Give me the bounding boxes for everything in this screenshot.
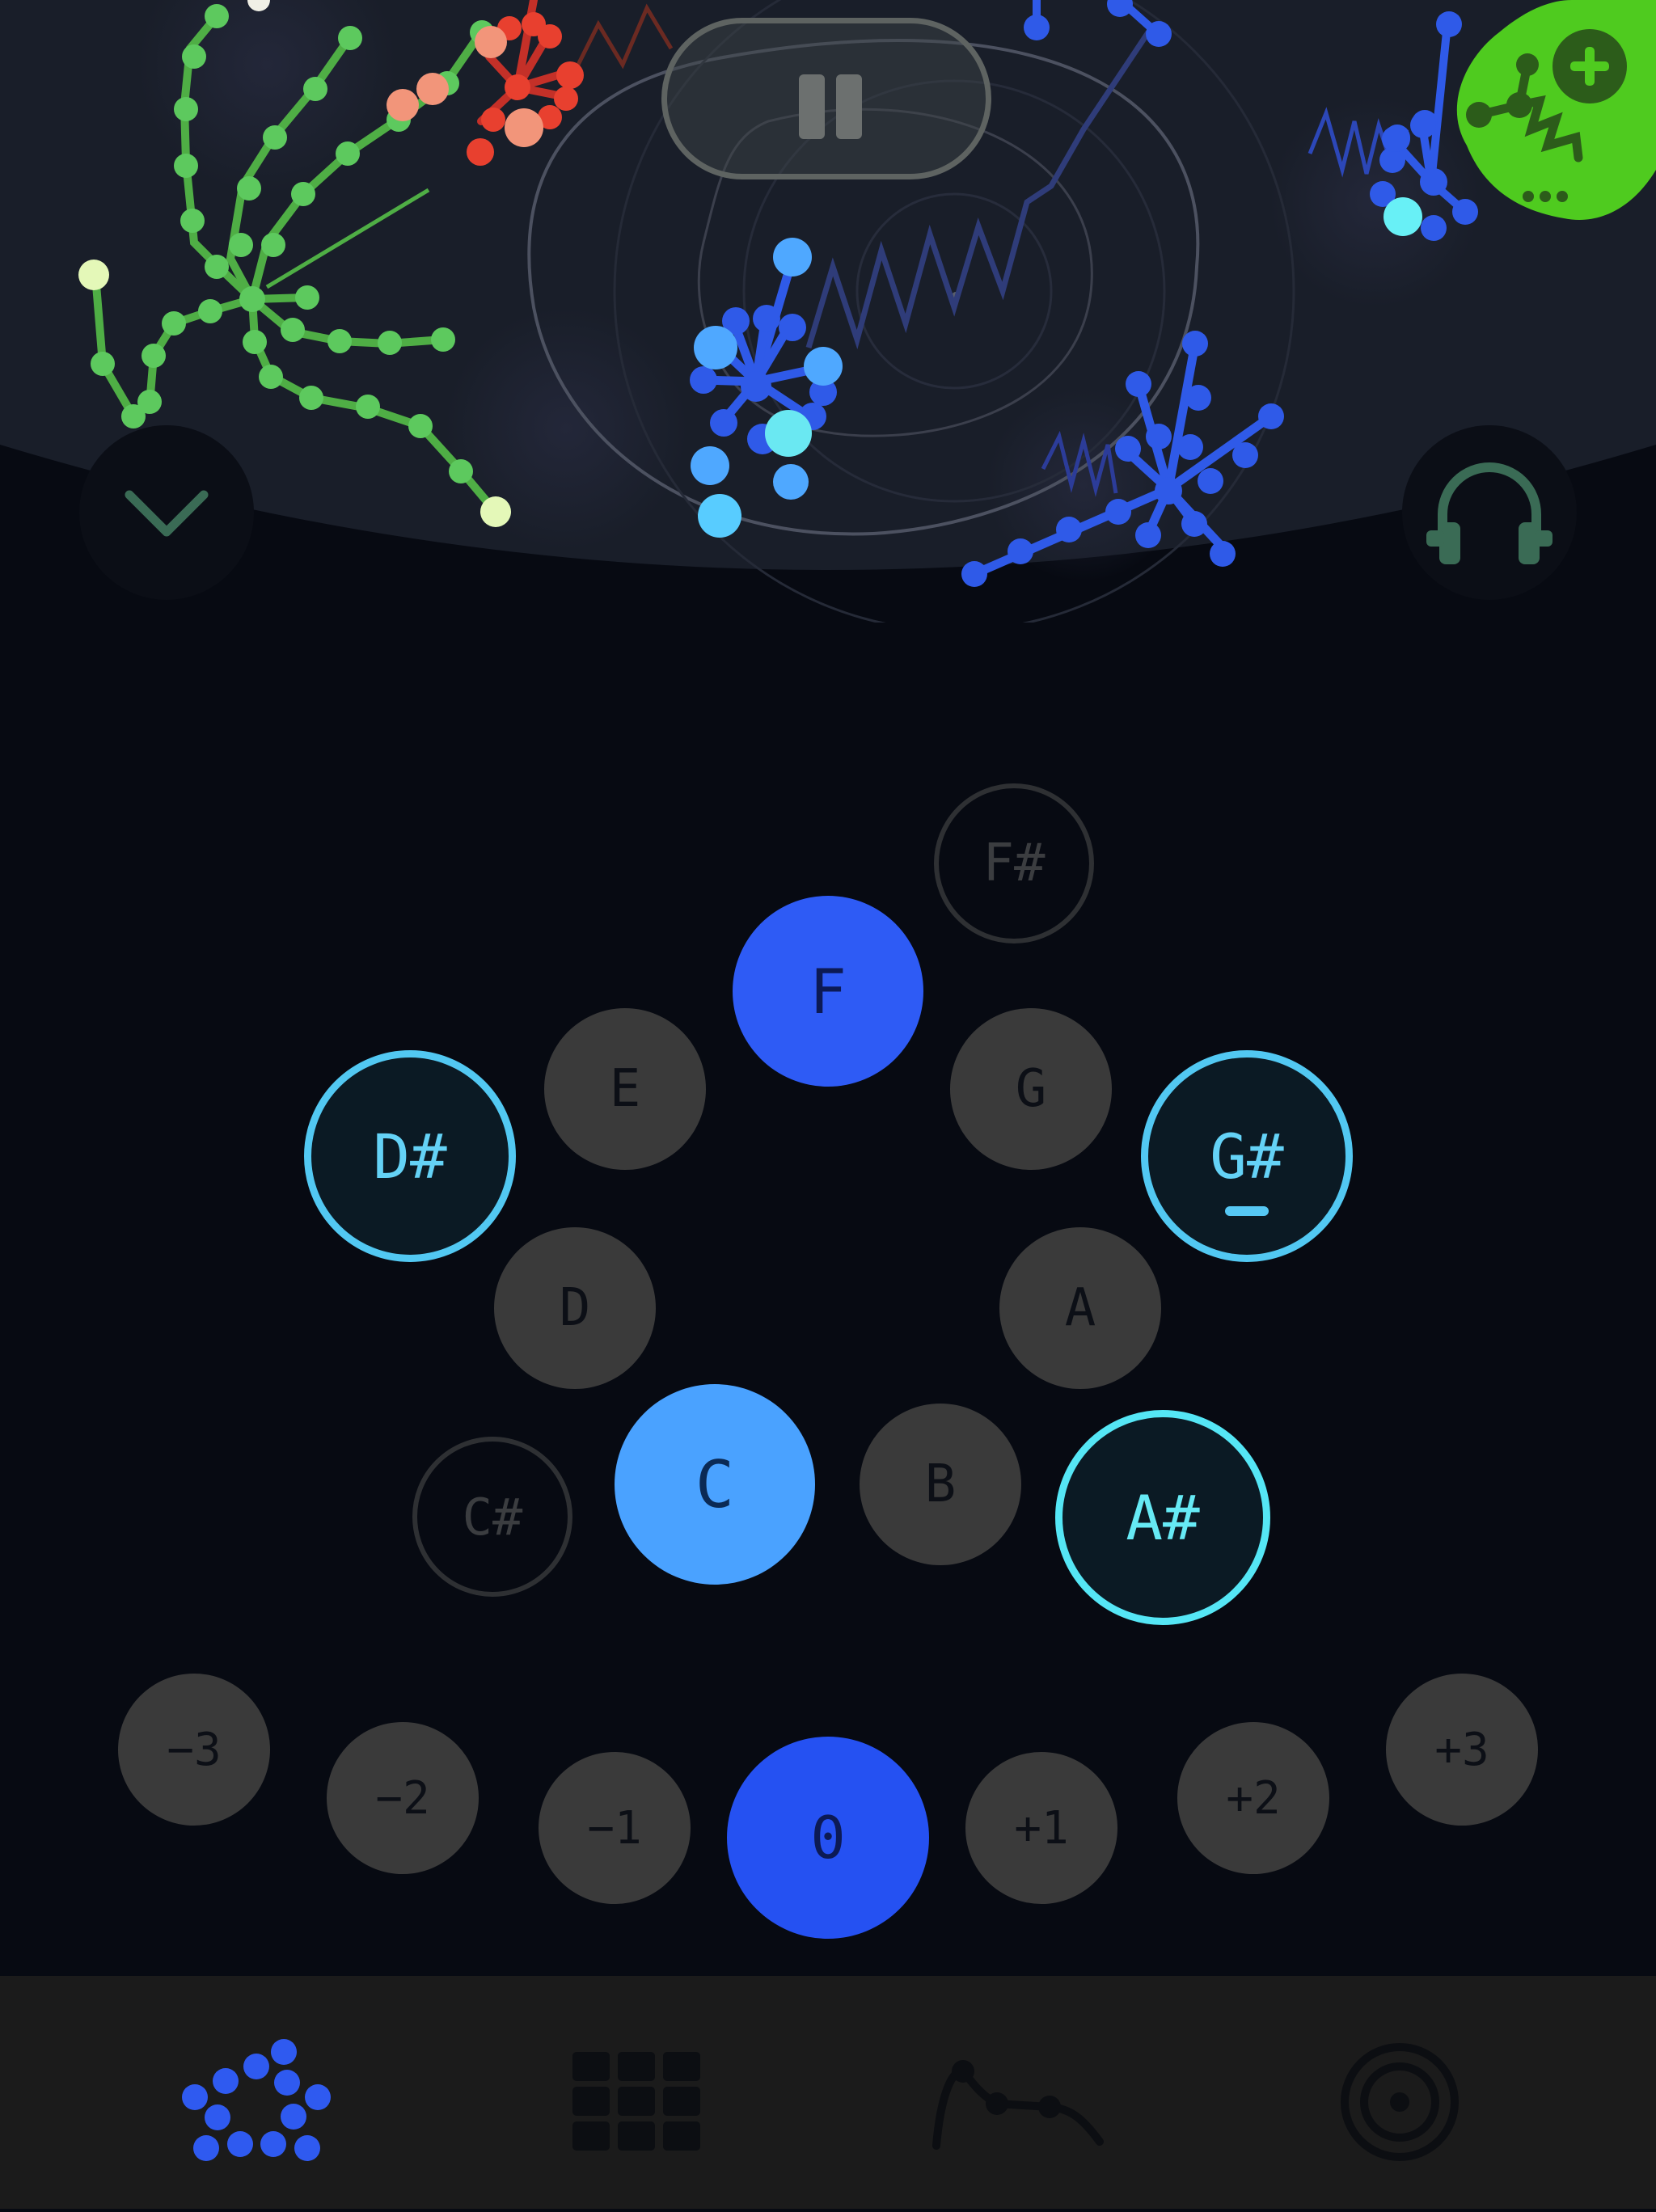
headphones-button[interactable]: [1402, 425, 1577, 600]
note-gsharp-label: G#: [1210, 1120, 1284, 1193]
octave-plus-3-button[interactable]: +3: [1386, 1674, 1538, 1826]
note-dsharp[interactable]: D#: [304, 1050, 516, 1262]
headphones-icon: [1426, 462, 1552, 564]
note-g[interactable]: G: [950, 1008, 1112, 1170]
note-fsharp[interactable]: F#: [934, 783, 1094, 943]
pause-button[interactable]: [661, 18, 991, 179]
octave-0-button[interactable]: 0: [727, 1737, 929, 1939]
note-asharp[interactable]: A#: [1055, 1410, 1270, 1625]
tab-nodes[interactable]: [136, 1976, 378, 2209]
octave-minus-3-button[interactable]: −3: [118, 1674, 270, 1826]
grid-icon: [572, 2052, 700, 2151]
note-e[interactable]: E: [544, 1008, 706, 1170]
chevron-down-icon: [125, 490, 209, 537]
note-c[interactable]: C: [615, 1384, 815, 1585]
octave-minus-1-button[interactable]: −1: [539, 1752, 691, 1904]
tab-grid[interactable]: [516, 1976, 758, 2209]
note-f[interactable]: F: [733, 896, 923, 1087]
minus-indicator: [1225, 1206, 1269, 1216]
target-icon: [1341, 2043, 1459, 2161]
tab-curve[interactable]: [896, 1976, 1138, 2209]
octave-minus-2-button[interactable]: −2: [327, 1722, 479, 1874]
tab-target[interactable]: [1278, 1976, 1520, 2209]
more-dots-icon[interactable]: [1523, 191, 1568, 202]
pause-icon: [799, 74, 825, 139]
add-patch-button[interactable]: [1434, 0, 1656, 230]
nodes-icon: [182, 2039, 331, 2161]
octave-plus-2-button[interactable]: +2: [1177, 1722, 1329, 1874]
octave-plus-1-button[interactable]: +1: [965, 1752, 1117, 1904]
collapse-button[interactable]: [79, 425, 254, 600]
bottom-tab-bar: [0, 1976, 1656, 2209]
note-b[interactable]: B: [860, 1404, 1021, 1565]
note-gsharp[interactable]: G#: [1141, 1050, 1353, 1262]
note-a[interactable]: A: [999, 1227, 1161, 1389]
note-csharp[interactable]: C#: [412, 1437, 572, 1597]
curve-icon: [932, 2060, 1104, 2150]
note-d[interactable]: D: [494, 1227, 656, 1389]
